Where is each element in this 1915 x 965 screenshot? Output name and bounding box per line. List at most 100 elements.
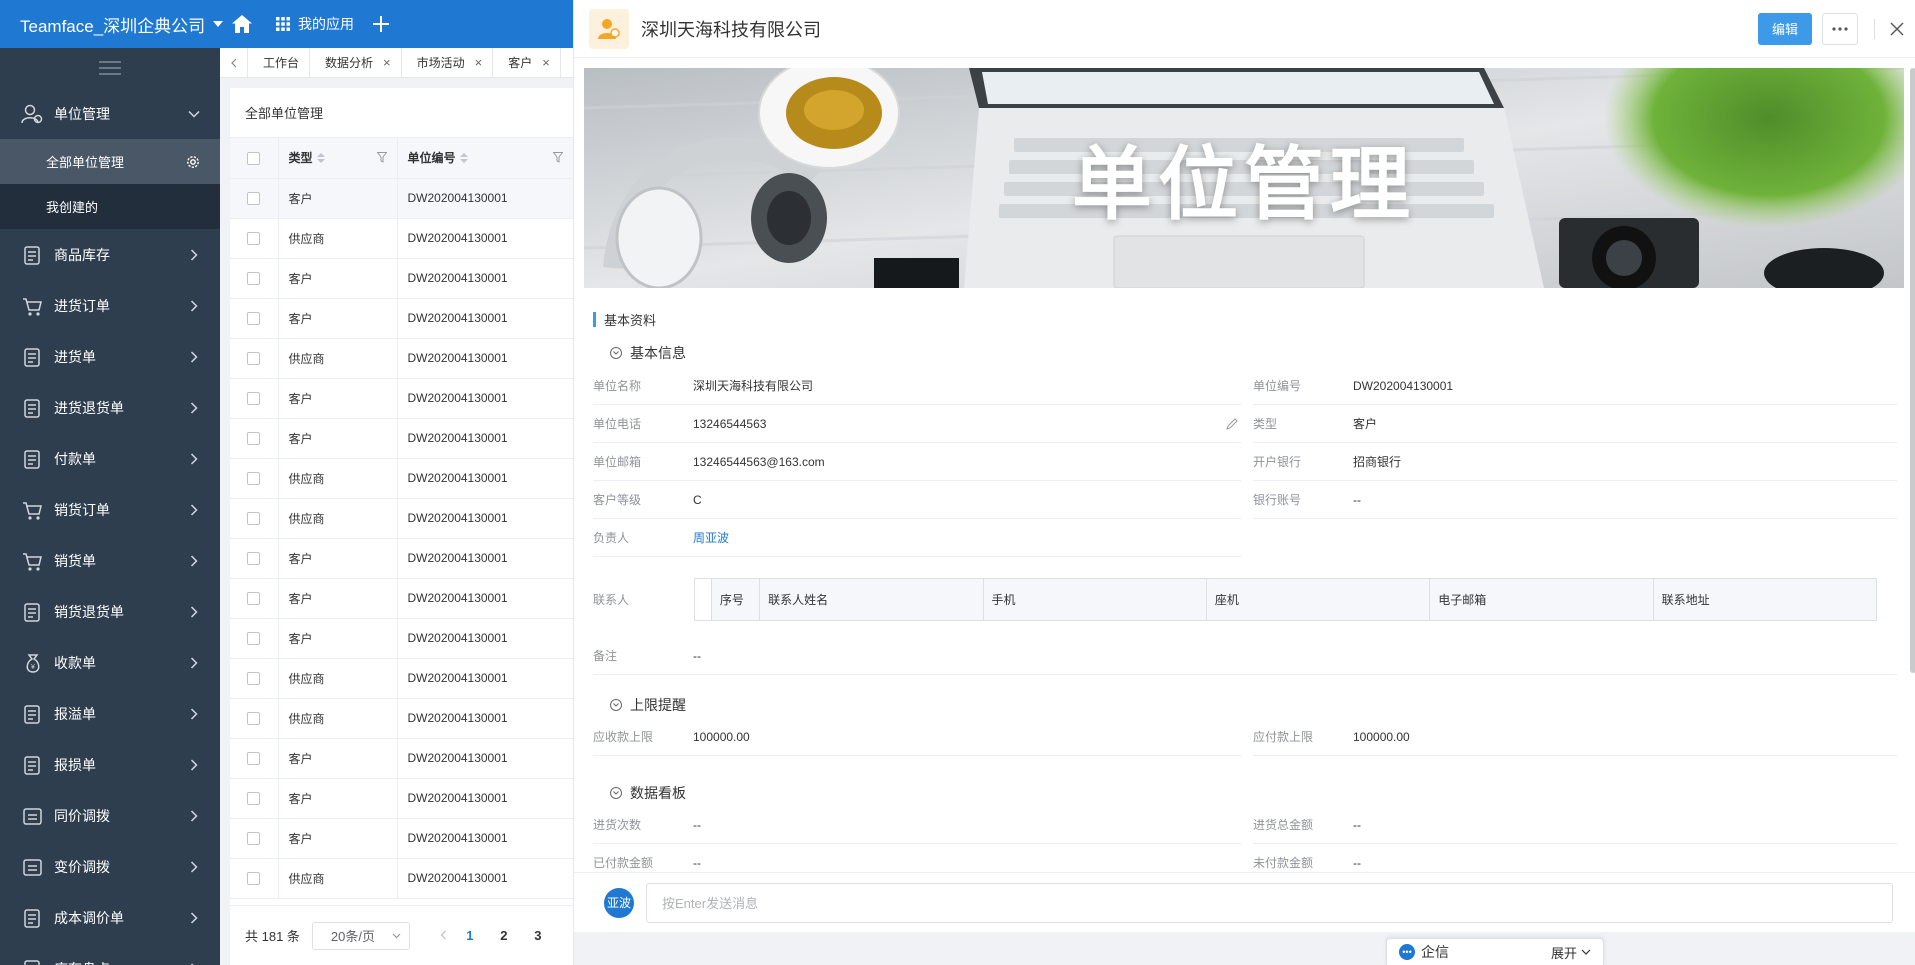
qixin-widget[interactable]: ••• 企信 展开 <box>1386 938 1604 965</box>
sidebar-item[interactable]: 报溢单 <box>0 688 220 739</box>
cell-type: 供应商 <box>278 498 398 539</box>
sidebar-item[interactable]: 进货单 <box>0 331 220 382</box>
sort-icon[interactable] <box>459 152 468 163</box>
close-button[interactable] <box>1887 19 1907 39</box>
owner-link[interactable]: 周亚波 <box>693 529 1241 546</box>
row-checkbox[interactable] <box>247 632 261 646</box>
table-row[interactable]: 客户 DW202004130001 <box>230 418 573 459</box>
tab-close-icon[interactable]: × <box>383 55 391 70</box>
message-input[interactable]: 按Enter发送消息 <box>646 882 1893 923</box>
sidebar-item[interactable]: 销货订单 <box>0 484 220 535</box>
sidebar-item[interactable]: 销货单 <box>0 535 220 586</box>
row-checkbox[interactable] <box>247 232 261 246</box>
table-row[interactable]: 客户 DW202004130001 <box>230 738 573 779</box>
edit-button[interactable]: 编辑 <box>1758 12 1812 45</box>
row-checkbox[interactable] <box>247 472 261 486</box>
sidebar-item[interactable]: 变价调拨 <box>0 841 220 892</box>
table-row[interactable]: 供应商 DW202004130001 <box>230 498 573 539</box>
table-row[interactable]: 客户 DW202004130001 <box>230 538 573 579</box>
row-checkbox[interactable] <box>247 272 261 286</box>
group-limit-reminder[interactable]: 上限提醒 <box>610 695 686 715</box>
table-row[interactable]: 供应商 DW202004130001 <box>230 218 573 259</box>
row-checkbox[interactable] <box>247 512 261 526</box>
table-row[interactable]: 客户 DW202004130001 <box>230 258 573 299</box>
tab[interactable]: 客户 × <box>493 48 561 77</box>
sidebar-item-label: 报溢单 <box>54 705 96 722</box>
table-row[interactable]: 客户 DW202004130001 <box>230 578 573 619</box>
gear-icon[interactable] <box>186 155 200 169</box>
row-checkbox[interactable] <box>247 392 261 406</box>
page-size-select[interactable]: 20条/页 <box>311 921 410 950</box>
detail-scrollbar[interactable] <box>1910 68 1915 673</box>
table-row[interactable]: 客户 DW202004130001 <box>230 298 573 339</box>
my-apps-button[interactable]: 我的应用 <box>262 14 366 34</box>
row-checkbox[interactable] <box>247 312 261 326</box>
sidebar-item[interactable]: 商品库存 <box>0 229 220 280</box>
tab[interactable]: 市场活动 × <box>402 48 494 77</box>
sidebar-item[interactable]: 报损单 <box>0 739 220 790</box>
sort-icon[interactable] <box>316 152 325 163</box>
field-label: 未付款金额 <box>1253 856 1314 870</box>
table-row[interactable]: 客户 DW202004130001 <box>230 178 573 219</box>
sidebar-item[interactable]: 销货退货单 <box>0 586 220 637</box>
close-icon <box>1890 22 1904 35</box>
row-checkbox[interactable] <box>247 872 261 886</box>
table-row[interactable]: 供应商 DW202004130001 <box>230 658 573 699</box>
table-row[interactable]: 供应商 DW202004130001 <box>230 338 573 379</box>
filter-icon[interactable] <box>376 152 387 164</box>
add-button[interactable] <box>366 11 390 37</box>
group-data-board[interactable]: 数据看板 <box>610 783 686 803</box>
page-number[interactable]: 1 <box>459 928 481 943</box>
table-row[interactable]: 客户 DW202004130001 <box>230 818 573 859</box>
tab-close-icon[interactable]: × <box>542 55 550 70</box>
field-label: 单位邮箱 <box>593 455 642 469</box>
page-number[interactable]: 2 <box>493 928 515 943</box>
tab-close-icon[interactable]: × <box>475 55 483 70</box>
prev-page-button[interactable] <box>440 928 447 943</box>
sidebar-item[interactable]: 付款单 <box>0 433 220 484</box>
company-switcher[interactable]: Teamface_深圳企典公司 <box>0 12 224 37</box>
table-row[interactable]: 供应商 DW202004130001 <box>230 458 573 499</box>
sidebar-item[interactable]: 进货退货单 <box>0 382 220 433</box>
field-label: 进货次数 <box>593 818 642 832</box>
row-checkbox[interactable] <box>247 792 261 806</box>
tab[interactable]: 工作台 <box>248 48 311 77</box>
row-checkbox[interactable] <box>247 592 261 606</box>
table-row[interactable]: 供应商 DW202004130001 <box>230 698 573 739</box>
table-row[interactable]: 供应商 DW202004130001 <box>230 858 573 899</box>
collapse-sidebar-button[interactable] <box>0 48 220 88</box>
row-checkbox[interactable] <box>247 352 261 366</box>
sidebar-subitem[interactable]: 全部单位管理 <box>0 139 220 184</box>
more-button[interactable] <box>1822 12 1858 45</box>
table-row[interactable]: 客户 DW202004130001 <box>230 778 573 819</box>
home-button[interactable] <box>222 0 262 48</box>
row-checkbox[interactable] <box>247 672 261 686</box>
sidebar-subitem[interactable]: 我创建的 <box>0 184 220 229</box>
sidebar-item[interactable]: 库存盘点 <box>0 943 220 965</box>
sidebar-item[interactable]: 成本调价单 <box>0 892 220 943</box>
qixin-expand-button[interactable]: 展开 <box>1551 943 1591 962</box>
row-checkbox[interactable] <box>247 712 261 726</box>
row-checkbox[interactable] <box>247 832 261 846</box>
detail-content[interactable]: 单位管理 基本资料 基本信息 单位名称 深圳天海科技有限公司 单位编号 DW20… <box>574 58 1915 872</box>
row-checkbox[interactable] <box>247 552 261 566</box>
tab-list: 工作台 数据分析 × 市场活动 × 客户 × <box>248 48 561 77</box>
sidebar-item[interactable]: ¥ 收款单 <box>0 637 220 688</box>
filter-icon[interactable] <box>553 152 563 164</box>
page-number[interactable]: 3 <box>527 928 549 943</box>
table-row[interactable]: 客户 DW202004130001 <box>230 378 573 419</box>
row-checkbox[interactable] <box>247 752 261 766</box>
column-code[interactable]: 单位编号 <box>397 138 573 179</box>
row-checkbox[interactable] <box>247 432 261 446</box>
sidebar-item[interactable]: 同价调拨 <box>0 790 220 841</box>
sidebar-item[interactable]: 单位管理 <box>0 88 220 139</box>
edit-pencil-icon[interactable] <box>1225 417 1239 431</box>
group-basic-info[interactable]: 基本信息 <box>610 343 686 363</box>
select-all-checkbox[interactable] <box>247 151 261 165</box>
tabs-prev-button[interactable] <box>220 48 248 77</box>
row-checkbox[interactable] <box>247 192 261 206</box>
table-row[interactable]: 客户 DW202004130001 <box>230 618 573 659</box>
column-type[interactable]: 类型 <box>278 138 398 179</box>
tab[interactable]: 数据分析 × <box>310 48 402 77</box>
sidebar-item[interactable]: 进货订单 <box>0 280 220 331</box>
